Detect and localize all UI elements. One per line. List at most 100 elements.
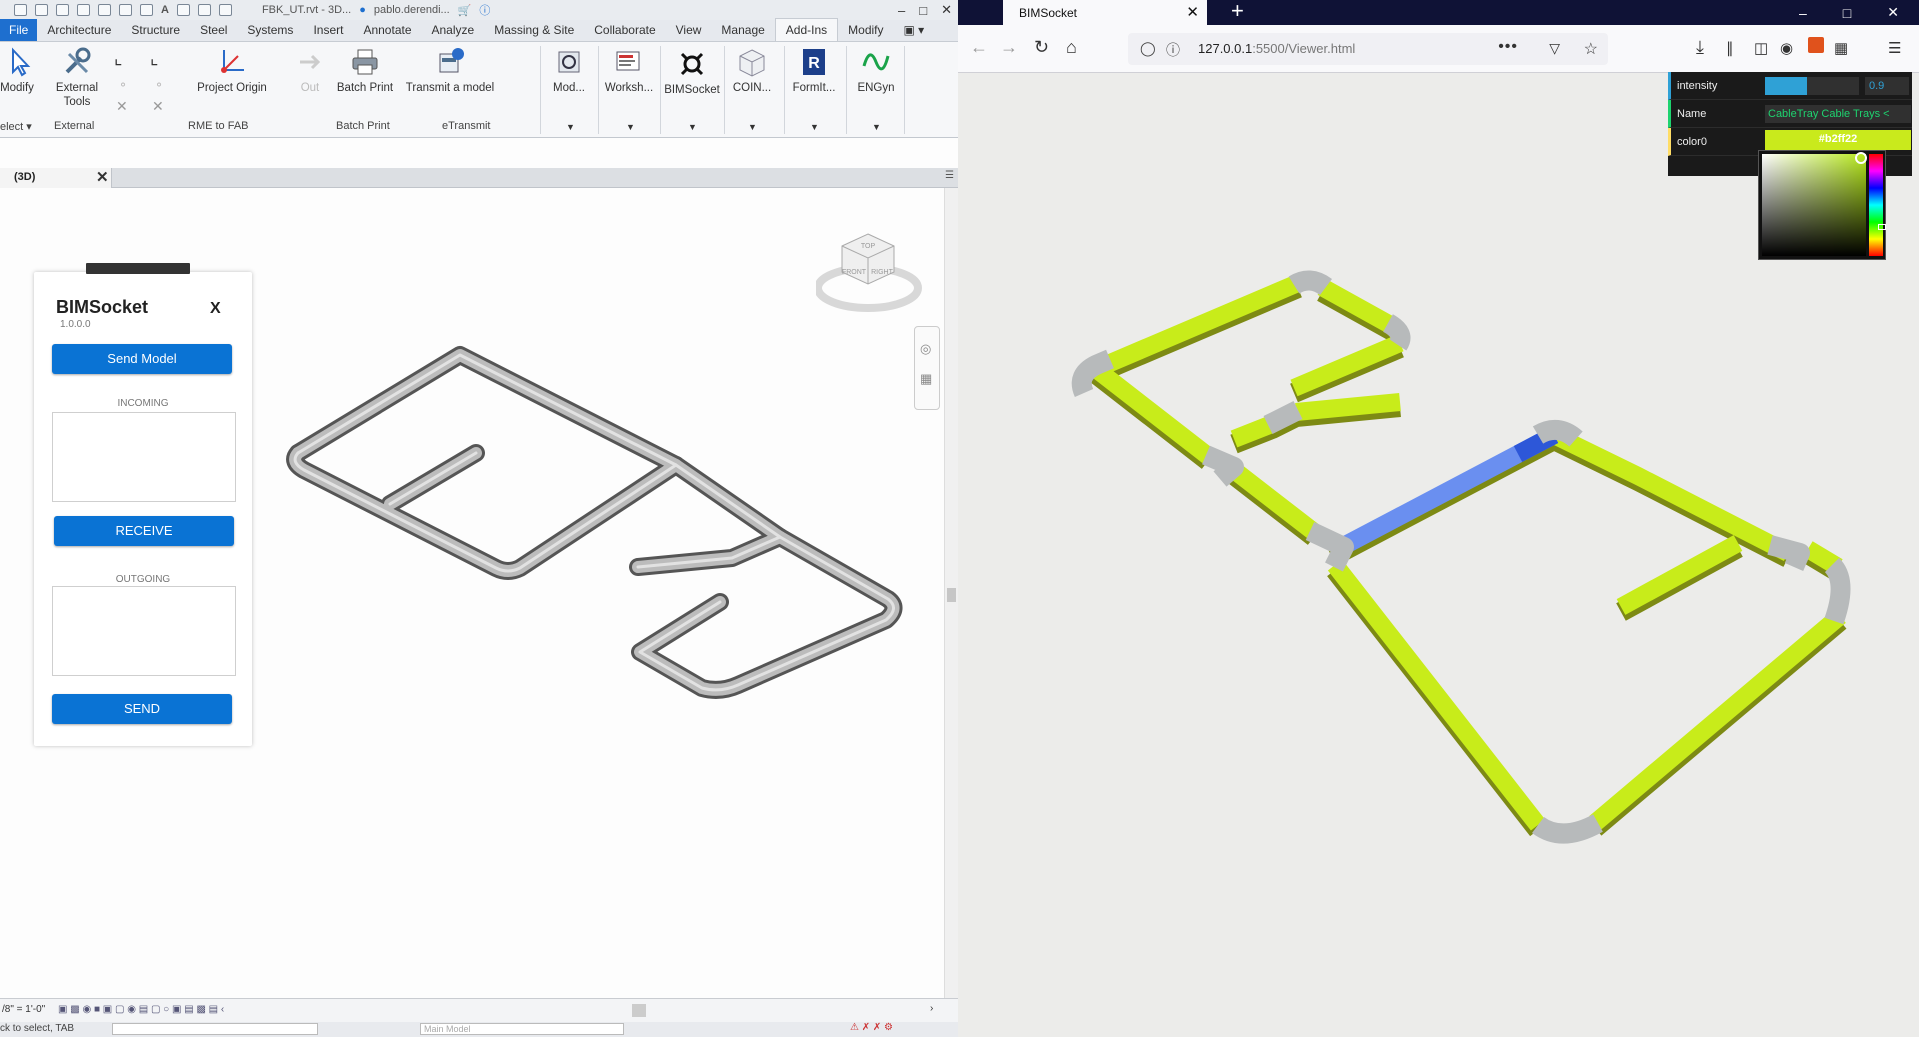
- text-icon[interactable]: A: [161, 4, 169, 16]
- modify-button[interactable]: Modify: [0, 46, 34, 95]
- steering-wheel-icon[interactable]: ◎: [920, 341, 931, 357]
- mod-button[interactable]: Mod...: [546, 46, 592, 95]
- library-icon[interactable]: ∥: [1726, 39, 1734, 57]
- horizontal-scroll-thumb[interactable]: [632, 1004, 646, 1017]
- new-tab-icon[interactable]: +: [1231, 0, 1244, 24]
- tab-add-ins[interactable]: Add-Ins: [774, 18, 839, 41]
- tab-annotate[interactable]: Annotate: [353, 19, 421, 41]
- transmit-model-button[interactable]: Transmit a model: [402, 46, 498, 95]
- addon-icon[interactable]: [1808, 37, 1824, 53]
- tab-structure[interactable]: Structure: [121, 19, 190, 41]
- remove-2-icon[interactable]: ✕: [152, 98, 164, 115]
- color-picker[interactable]: [1758, 150, 1886, 260]
- bookmark-star-icon[interactable]: ☆: [1584, 39, 1598, 59]
- print-icon[interactable]: [119, 4, 132, 16]
- close-tab-icon[interactable]: ✕: [1186, 3, 1199, 21]
- hue-slider[interactable]: [1869, 154, 1883, 256]
- section-icon[interactable]: [197, 4, 211, 16]
- cart-icon[interactable]: 🛒: [458, 4, 472, 17]
- pin-2-icon[interactable]: ⚬: [154, 78, 164, 92]
- external-tools-button[interactable]: External Tools: [50, 46, 104, 109]
- site-info-icon[interactable]: ⓘ: [1166, 40, 1180, 60]
- dropdown-arrow-icon[interactable]: ▼: [872, 122, 881, 132]
- view-controls-icons[interactable]: ▣ ▩ ◉ ■ ▣ ▢ ◉ ▤ ▢ ○ ▣ ▤ ▩ ▤ ‹: [58, 1004, 224, 1015]
- menu-icon[interactable]: ☰: [1888, 39, 1901, 57]
- workset-dropdown[interactable]: [112, 1023, 318, 1035]
- maximize-icon[interactable]: □: [919, 3, 927, 18]
- url-bar[interactable]: ◯ ⓘ 127.0.0.1:5500/Viewer.html ••• ▽ ☆: [1128, 33, 1608, 65]
- engyn-button[interactable]: ENGyn: [850, 46, 902, 95]
- measure-icon[interactable]: [140, 4, 153, 16]
- user-icon[interactable]: ●: [359, 4, 366, 16]
- color-picker-handle[interactable]: [1855, 152, 1867, 164]
- vertical-scrollbar[interactable]: [944, 188, 958, 1000]
- open-icon[interactable]: [14, 4, 27, 16]
- dropdown-arrow-icon[interactable]: ▼: [810, 122, 819, 132]
- tab-systems[interactable]: Systems: [237, 19, 303, 41]
- minimize-icon[interactable]: –: [1799, 5, 1807, 21]
- help-icon[interactable]: ⓘ: [479, 2, 490, 18]
- save-icon[interactable]: [35, 4, 48, 16]
- scroll-right-icon[interactable]: ›: [930, 1003, 933, 1014]
- tab-view[interactable]: View: [666, 19, 712, 41]
- incoming-box[interactable]: [52, 412, 236, 502]
- tab-steel[interactable]: Steel: [190, 19, 237, 41]
- extension-icon[interactable]: ▦: [1834, 39, 1848, 57]
- outgoing-box[interactable]: [52, 586, 236, 676]
- tab-manage[interactable]: Manage: [711, 19, 774, 41]
- download-icon[interactable]: ⤓: [1696, 37, 1704, 58]
- intensity-value[interactable]: 0.9: [1865, 77, 1909, 95]
- dropdown-arrow-icon[interactable]: ▼: [566, 122, 575, 132]
- dropdown-arrow-icon[interactable]: ▼: [626, 122, 635, 132]
- forward-icon[interactable]: →: [1000, 37, 1018, 58]
- bimsocket-close-button[interactable]: X: [210, 300, 221, 318]
- send-model-button[interactable]: Send Model: [52, 344, 232, 374]
- bimsocket-button[interactable]: BIMSocket: [662, 48, 722, 97]
- zoom-icon[interactable]: ▦: [920, 371, 932, 387]
- vertical-scroll-thumb[interactable]: [947, 588, 956, 602]
- group-select[interactable]: elect ▾: [0, 120, 32, 133]
- remove-icon[interactable]: ✕: [116, 98, 128, 115]
- selection-filter-icons[interactable]: ⚠ ✗ ✗ ⚙: [850, 1022, 893, 1033]
- page-actions-icon[interactable]: •••: [1498, 38, 1518, 56]
- close-icon[interactable]: ✕: [941, 2, 952, 18]
- saturation-value-area[interactable]: [1762, 152, 1867, 256]
- pocket-icon[interactable]: ▽: [1549, 40, 1560, 57]
- view-scale[interactable]: /8" = 1'-0": [2, 1004, 45, 1015]
- tab-architecture[interactable]: Architecture: [37, 19, 121, 41]
- panel-drag-handle[interactable]: [86, 263, 190, 274]
- redo-icon[interactable]: [98, 4, 111, 16]
- project-origin-button[interactable]: Project Origin: [190, 46, 274, 95]
- pin-icon[interactable]: ⚬: [118, 78, 128, 92]
- name-field[interactable]: CableTray Cable Trays <: [1765, 105, 1911, 123]
- viewcube[interactable]: TOP FRONT RIGHT: [816, 230, 926, 314]
- back-icon[interactable]: ←: [970, 37, 988, 58]
- worksh-button[interactable]: Worksh...: [604, 46, 654, 95]
- tab-file[interactable]: File: [0, 19, 38, 41]
- batch-print-button[interactable]: Batch Print: [334, 46, 396, 95]
- tab-insert[interactable]: Insert: [303, 19, 353, 41]
- close-view-icon[interactable]: ✕: [96, 168, 109, 186]
- undo-icon[interactable]: [77, 4, 90, 16]
- tab-modify[interactable]: Modify: [838, 19, 893, 41]
- tab-menu-icon[interactable]: ☰: [945, 170, 954, 181]
- out-button[interactable]: Out: [294, 46, 326, 95]
- tab-massing-site[interactable]: Massing & Site: [484, 19, 584, 41]
- shield-icon[interactable]: ◯: [1140, 40, 1156, 57]
- send-button[interactable]: SEND: [52, 694, 232, 724]
- maximize-icon[interactable]: □: [1843, 5, 1851, 21]
- formit-button[interactable]: R FormIt...: [788, 46, 840, 95]
- main-model-dropdown[interactable]: Main Model: [420, 1023, 624, 1035]
- receive-button[interactable]: RECEIVE: [54, 516, 234, 546]
- thin-lines-icon[interactable]: [218, 4, 232, 16]
- close-icon[interactable]: ✕: [1887, 4, 1899, 21]
- sidebar-icon[interactable]: ◫: [1754, 39, 1768, 57]
- hue-slider-handle[interactable]: [1878, 224, 1886, 230]
- ribbon-options-icon[interactable]: ▣ ▾: [894, 19, 935, 41]
- browser-tab[interactable]: BIMSocket ✕: [1003, 0, 1207, 25]
- dropdown-arrow-icon[interactable]: ▼: [688, 122, 697, 132]
- account-icon[interactable]: ◉: [1780, 39, 1793, 57]
- reload-icon[interactable]: ↻: [1034, 37, 1049, 58]
- connector-icon[interactable]: ⌞: [114, 48, 122, 69]
- connector-2-icon[interactable]: ⌞: [150, 48, 158, 69]
